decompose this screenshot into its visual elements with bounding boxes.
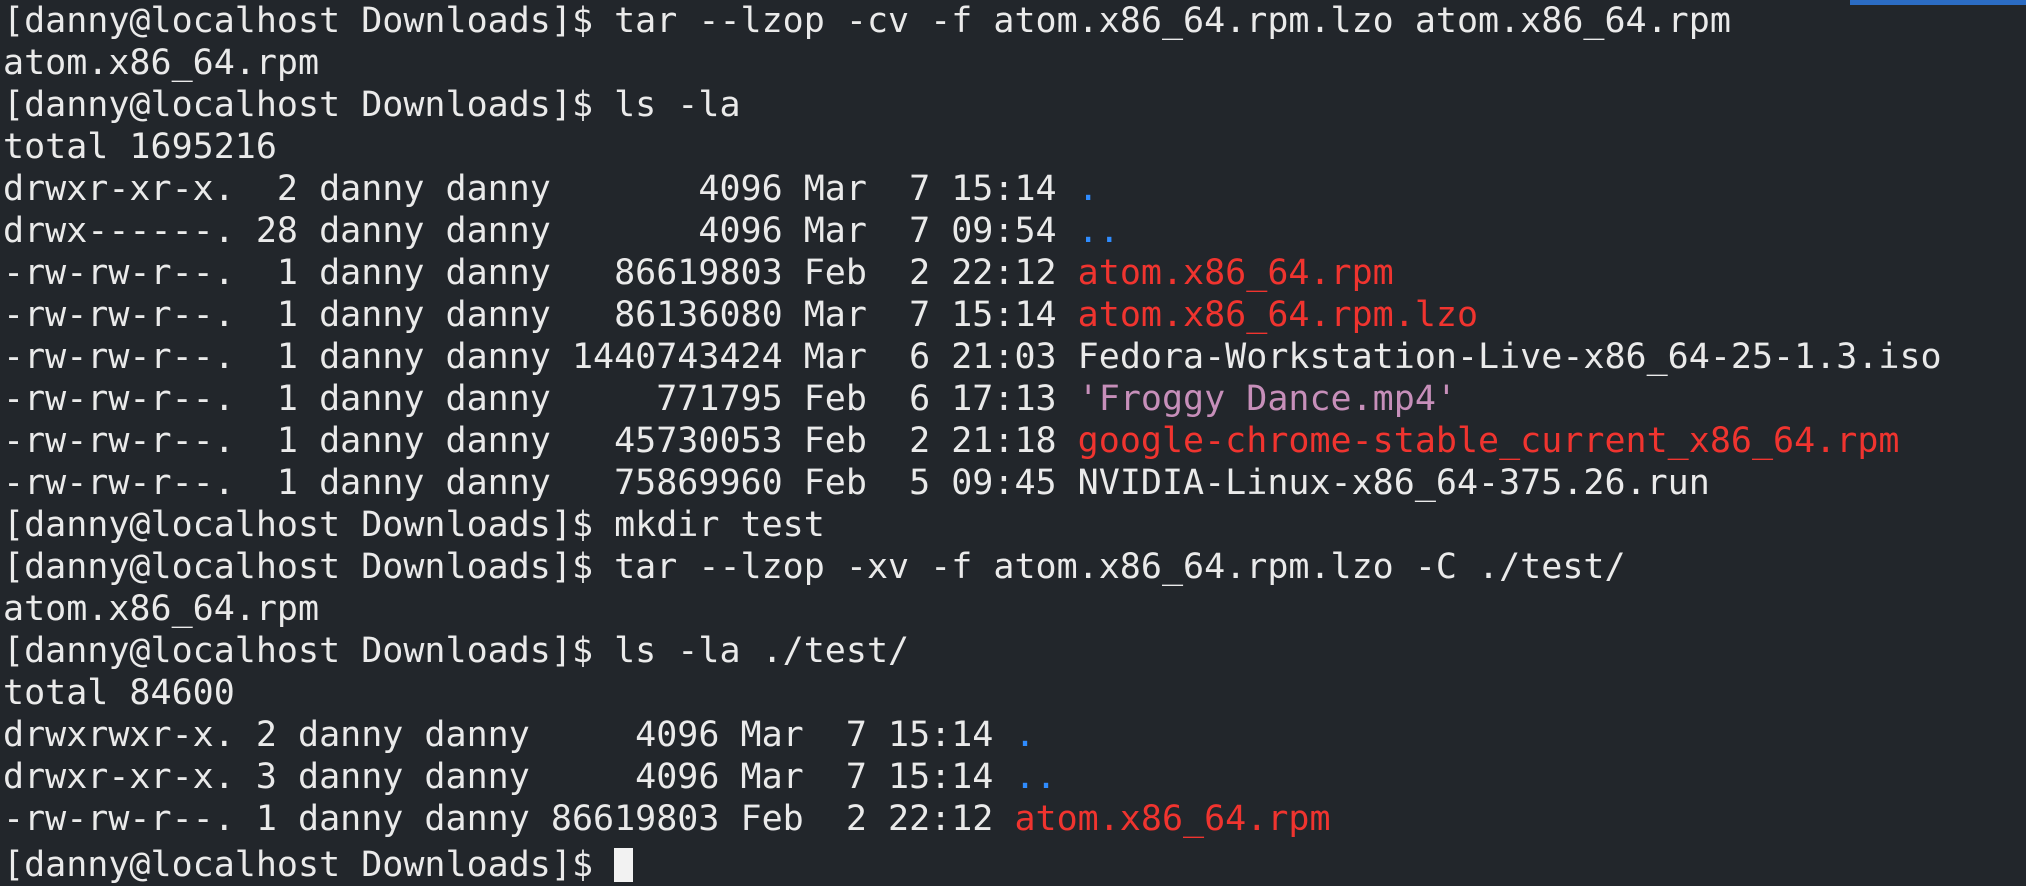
current-prompt-line[interactable]: [danny@localhost Downloads]$ — [3, 844, 634, 886]
terminal-line: atom.x86_64.rpm — [3, 42, 2026, 84]
file-metadata: drwx------. 28 danny danny 4096 Mar 7 09… — [3, 211, 1078, 251]
command-text: tar --lzop -xv -f atom.x86_64.rpm.lzo -C… — [593, 547, 1626, 587]
output-text: total 1695216 — [3, 127, 277, 167]
file-name: 'Froggy Dance.mp4' — [1077, 379, 1457, 419]
file-name: . — [1077, 169, 1099, 209]
terminal-line: drwx------. 28 danny danny 4096 Mar 7 09… — [3, 210, 2026, 252]
file-metadata: -rw-rw-r--. 1 danny danny 1440743424 Mar… — [3, 337, 1078, 377]
output-text: atom.x86_64.rpm — [3, 43, 320, 83]
terminal-line: -rw-rw-r--. 1 danny danny 86136080 Mar 7… — [3, 294, 2026, 336]
file-name: atom.x86_64.rpm — [1014, 799, 1331, 839]
terminal-line: [danny@localhost Downloads]$ tar --lzop … — [3, 546, 2026, 588]
file-name: .. — [1014, 757, 1057, 797]
file-metadata: drwxr-xr-x. 2 danny danny 4096 Mar 7 15:… — [3, 169, 1078, 209]
terminal-line: total 84600 — [3, 672, 2026, 714]
command-text: tar --lzop -cv -f atom.x86_64.rpm.lzo at… — [593, 1, 1731, 41]
file-name: NVIDIA-Linux-x86_64-375.26.run — [1077, 463, 1710, 503]
file-metadata: -rw-rw-r--. 1 danny danny 86619803 Feb 2… — [3, 799, 1015, 839]
terminal-line: drwxrwxr-x. 2 danny danny 4096 Mar 7 15:… — [3, 714, 2026, 756]
prompt: [danny@localhost Downloads]$ — [3, 1, 594, 41]
command-text: mkdir test — [593, 505, 825, 545]
command-text: ls -la ./test/ — [593, 631, 910, 671]
terminal-line: [danny@localhost Downloads]$ ls -la ./te… — [3, 630, 2026, 672]
terminal-line: drwxr-xr-x. 2 danny danny 4096 Mar 7 15:… — [3, 168, 2026, 210]
terminal-line: -rw-rw-r--. 1 danny danny 771795 Feb 6 1… — [3, 378, 2026, 420]
prompt: [danny@localhost Downloads]$ — [3, 631, 594, 671]
file-name: atom.x86_64.rpm.lzo — [1077, 295, 1479, 335]
file-metadata: -rw-rw-r--. 1 danny danny 86619803 Feb 2… — [3, 253, 1078, 293]
terminal-line: atom.x86_64.rpm — [3, 588, 2026, 630]
terminal-line: [danny@localhost Downloads]$ ls -la — [3, 84, 2026, 126]
text-cursor — [614, 848, 634, 882]
file-metadata: -rw-rw-r--. 1 danny danny 771795 Feb 6 1… — [3, 379, 1078, 419]
terminal-line: [danny@localhost Downloads]$ tar --lzop … — [3, 0, 2026, 42]
terminal-line: total 1695216 — [3, 126, 2026, 168]
file-metadata: -rw-rw-r--. 1 danny danny 75869960 Feb 5… — [3, 463, 1078, 503]
file-metadata: drwxr-xr-x. 3 danny danny 4096 Mar 7 15:… — [3, 757, 1015, 797]
terminal-line: -rw-rw-r--. 1 danny danny 86619803 Feb 2… — [3, 252, 2026, 294]
file-metadata: drwxrwxr-x. 2 danny danny 4096 Mar 7 15:… — [3, 715, 1015, 755]
file-name: . — [1014, 715, 1036, 755]
command-text: ls -la — [593, 85, 741, 125]
output-text: atom.x86_64.rpm — [3, 589, 320, 629]
terminal-line: -rw-rw-r--. 1 danny danny 86619803 Feb 2… — [3, 798, 2026, 840]
file-name: atom.x86_64.rpm — [1077, 253, 1394, 293]
file-name: google-chrome-stable_current_x86_64.rpm — [1077, 421, 1900, 461]
current-prompt: [danny@localhost Downloads]$ — [3, 845, 615, 885]
terminal-line: [danny@localhost Downloads]$ mkdir test — [3, 504, 2026, 546]
file-name: .. — [1077, 211, 1120, 251]
terminal-line: -rw-rw-r--. 1 danny danny 1440743424 Mar… — [3, 336, 2026, 378]
terminal-line: drwxr-xr-x. 3 danny danny 4096 Mar 7 15:… — [3, 756, 2026, 798]
prompt: [danny@localhost Downloads]$ — [3, 505, 594, 545]
prompt: [danny@localhost Downloads]$ — [3, 85, 594, 125]
terminal-line: -rw-rw-r--. 1 danny danny 45730053 Feb 2… — [3, 420, 2026, 462]
output-text: total 84600 — [3, 673, 235, 713]
file-name: Fedora-Workstation-Live-x86_64-25-1.3.is… — [1077, 337, 1942, 377]
terminal-output[interactable]: [danny@localhost Downloads]$ tar --lzop … — [3, 0, 2026, 866]
prompt: [danny@localhost Downloads]$ — [3, 547, 594, 587]
terminal-line: -rw-rw-r--. 1 danny danny 75869960 Feb 5… — [3, 462, 2026, 504]
file-metadata: -rw-rw-r--. 1 danny danny 45730053 Feb 2… — [3, 421, 1078, 461]
file-metadata: -rw-rw-r--. 1 danny danny 86136080 Mar 7… — [3, 295, 1078, 335]
